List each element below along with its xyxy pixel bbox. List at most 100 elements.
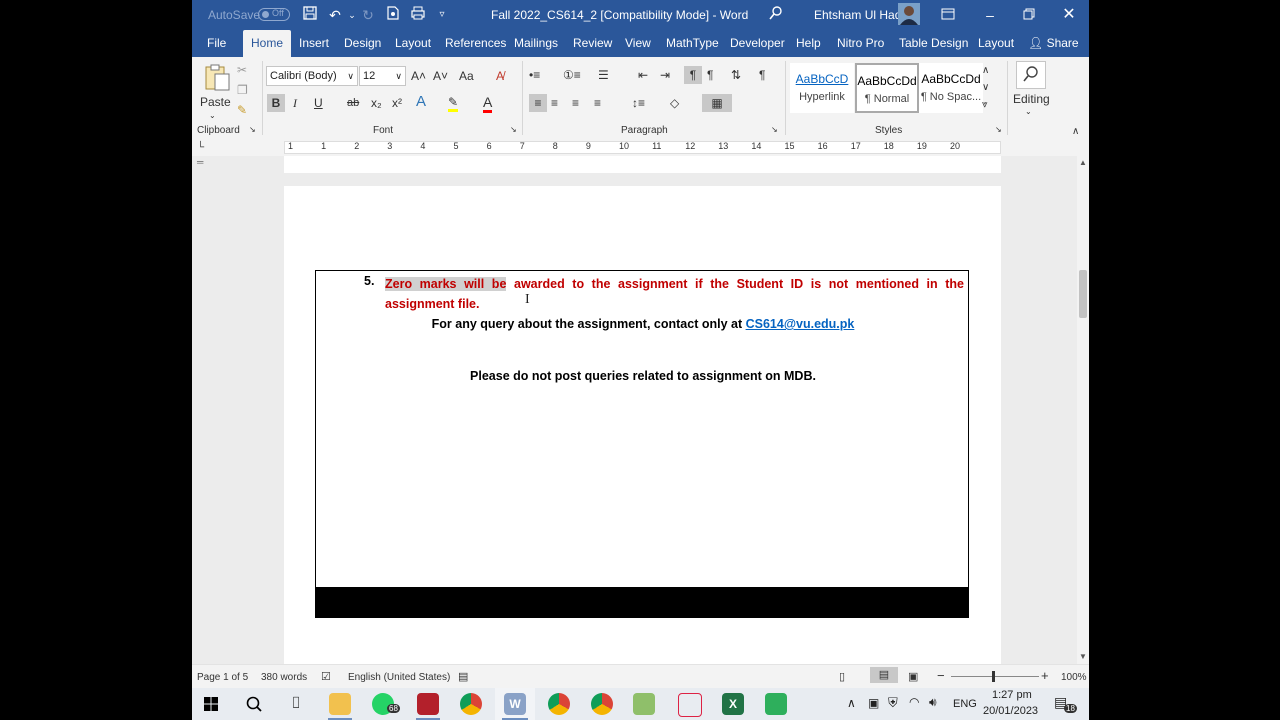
styles-down-icon[interactable]: ∨ bbox=[982, 79, 989, 97]
document-page[interactable]: 5. Zero marks will be awarded to the ass… bbox=[284, 186, 1001, 664]
sort-icon[interactable]: ⇅ bbox=[731, 66, 741, 84]
minimize-icon[interactable]: – bbox=[980, 5, 1000, 25]
zoom-in-icon[interactable]: + bbox=[1041, 668, 1049, 683]
scroll-up-icon[interactable]: ▲ bbox=[1079, 158, 1087, 167]
horizontal-ruler[interactable]: └ 1 1 2 3 4 5 6 7 8 9 10 11 12 13 14 15 16 17 18 19 20 bbox=[192, 140, 1089, 156]
input-language[interactable]: ENG bbox=[953, 698, 977, 710]
tab-insert[interactable]: Insert bbox=[299, 30, 329, 57]
restore-icon[interactable] bbox=[1019, 5, 1039, 25]
styles-up-icon[interactable]: ∧ bbox=[982, 62, 989, 80]
clock-time[interactable]: 1:27 pm bbox=[992, 689, 1032, 701]
align-left-icon[interactable]: ≡ bbox=[529, 94, 547, 112]
task-view-icon[interactable]: ⌷ bbox=[285, 693, 307, 715]
style-no-spacing[interactable]: AaBbCcDd ¶ No Spac... bbox=[919, 63, 983, 113]
chevron-down-icon[interactable]: ∨ bbox=[347, 67, 354, 85]
underline-button[interactable]: U bbox=[314, 94, 323, 112]
tab-review[interactable]: Review bbox=[573, 30, 612, 57]
tab-table-layout[interactable]: Layout bbox=[978, 30, 1014, 57]
camtasia-icon[interactable] bbox=[417, 693, 439, 715]
tab-nitro-pro[interactable]: Nitro Pro bbox=[837, 30, 884, 57]
tab-table-design[interactable]: Table Design bbox=[899, 30, 968, 57]
tab-file[interactable]: File bbox=[207, 30, 226, 57]
highlight-icon[interactable]: ✎ bbox=[448, 93, 459, 112]
ribbon-display-options-icon[interactable] bbox=[938, 5, 958, 25]
meet-now-icon[interactable]: ▣ bbox=[868, 696, 879, 710]
tab-mailings[interactable]: Mailings bbox=[514, 30, 558, 57]
bullets-icon[interactable]: •≡ bbox=[529, 66, 540, 84]
chrome-profile-icon[interactable] bbox=[548, 693, 570, 715]
bold-button[interactable]: B bbox=[267, 94, 285, 112]
font-color-icon[interactable]: A bbox=[483, 93, 493, 113]
justify-icon[interactable]: ≡ bbox=[594, 94, 601, 112]
grow-font-icon[interactable]: A˄ bbox=[411, 67, 426, 85]
zoom-slider[interactable] bbox=[951, 676, 1039, 677]
selected-text[interactable]: Zero marks will be bbox=[385, 277, 507, 291]
web-layout-icon[interactable]: ▣ bbox=[908, 670, 918, 683]
touch-mode-icon[interactable] bbox=[383, 5, 403, 25]
customize-qat-icon[interactable]: ▿ bbox=[432, 5, 452, 25]
shrink-font-icon[interactable]: A˅ bbox=[433, 67, 448, 85]
shading-icon[interactable]: ◇ bbox=[670, 94, 679, 112]
font-name-combo[interactable]: Calibri (Body) ∨ bbox=[266, 66, 358, 86]
editing-dropdown-icon[interactable]: ⌄ bbox=[1025, 103, 1032, 121]
paste-dropdown-icon[interactable]: ⌄ bbox=[209, 107, 216, 125]
clear-formatting-icon[interactable]: A̸ bbox=[496, 67, 504, 85]
snipping-tool-icon[interactable] bbox=[678, 693, 702, 717]
search-icon[interactable] bbox=[766, 5, 786, 25]
paste-icon[interactable] bbox=[202, 63, 232, 93]
security-icon[interactable]: ⛨ bbox=[888, 695, 898, 711]
align-right-icon[interactable]: ≡ bbox=[572, 94, 579, 112]
windows-start-icon[interactable] bbox=[200, 693, 222, 715]
macro-icon[interactable]: ▤ bbox=[458, 670, 468, 683]
find-icon[interactable] bbox=[1016, 61, 1046, 89]
collapse-ribbon-icon[interactable]: ∧ bbox=[1072, 123, 1079, 141]
share-button[interactable]: 👤︎ Share bbox=[1028, 30, 1079, 57]
autosave-toggle[interactable]: Off bbox=[258, 8, 290, 21]
tab-design[interactable]: Design bbox=[344, 30, 381, 57]
tab-mathtype[interactable]: MathType bbox=[666, 30, 719, 57]
zoom-out-icon[interactable]: − bbox=[937, 668, 945, 683]
zoom-level[interactable]: 100% bbox=[1061, 672, 1087, 683]
tab-view[interactable]: View bbox=[625, 30, 651, 57]
paragraph-launcher-icon[interactable]: ↘ bbox=[771, 125, 778, 134]
read-mode-icon[interactable]: ▯ bbox=[839, 670, 845, 683]
font-launcher-icon[interactable]: ↘ bbox=[510, 125, 517, 134]
tab-selector-icon[interactable]: └ bbox=[197, 142, 204, 153]
tab-help[interactable]: Help bbox=[796, 30, 821, 57]
page-count[interactable]: Page 1 of 5 bbox=[197, 672, 248, 683]
ltr-icon[interactable]: ¶ bbox=[684, 66, 702, 84]
multilevel-list-icon[interactable]: ☰ bbox=[598, 66, 609, 84]
scroll-down-icon[interactable]: ▼ bbox=[1079, 652, 1087, 661]
table-cell[interactable]: 5. Zero marks will be awarded to the ass… bbox=[315, 270, 969, 588]
tab-layout[interactable]: Layout bbox=[395, 30, 431, 57]
file-explorer-icon[interactable] bbox=[329, 693, 351, 715]
style-normal[interactable]: AaBbCcDd ¶ Normal bbox=[855, 63, 919, 113]
clock-date[interactable]: 20/01/2023 bbox=[983, 705, 1038, 717]
proofing-icon[interactable]: ☑ bbox=[321, 670, 331, 683]
close-icon[interactable]: ✕ bbox=[1059, 5, 1079, 25]
redo-icon[interactable]: ↻ bbox=[358, 5, 378, 25]
align-center-icon[interactable]: ≡ bbox=[551, 94, 558, 112]
chrome-profile-2-icon[interactable] bbox=[591, 693, 613, 715]
language[interactable]: English (United States) bbox=[348, 672, 450, 683]
copy-icon[interactable]: ❐ bbox=[237, 81, 248, 99]
zero-marks-line-2[interactable]: assignment file. bbox=[385, 294, 479, 314]
volume-icon[interactable]: 🔊︎ bbox=[929, 695, 937, 710]
paint-icon[interactable] bbox=[633, 693, 655, 715]
strikethrough-button[interactable]: ab bbox=[347, 94, 359, 112]
cut-icon[interactable]: ✂ bbox=[237, 61, 247, 79]
wifi-icon[interactable]: ◠ bbox=[909, 695, 919, 709]
user-name[interactable]: Ehtsham Ul Haq bbox=[814, 8, 901, 22]
styles-launcher-icon[interactable]: ↘ bbox=[995, 125, 1002, 134]
excel-icon[interactable]: X bbox=[722, 693, 744, 715]
show-hidden-icons-icon[interactable]: ∧ bbox=[847, 696, 856, 710]
vertical-scrollbar[interactable]: ▲ ▼ bbox=[1077, 156, 1089, 664]
subscript-button[interactable]: x₂ bbox=[371, 94, 382, 112]
print-preview-icon[interactable] bbox=[408, 5, 428, 25]
tab-home[interactable]: Home bbox=[243, 30, 292, 57]
superscript-button[interactable]: x² bbox=[392, 94, 402, 112]
word-count[interactable]: 380 words bbox=[261, 672, 307, 683]
decrease-indent-icon[interactable]: ⇤ bbox=[638, 66, 648, 84]
zero-marks-line[interactable]: Zero marks will be awarded to the assign… bbox=[385, 274, 964, 294]
document-area[interactable]: ═ 5. Zero marks will be awarded to the a… bbox=[192, 156, 1077, 664]
